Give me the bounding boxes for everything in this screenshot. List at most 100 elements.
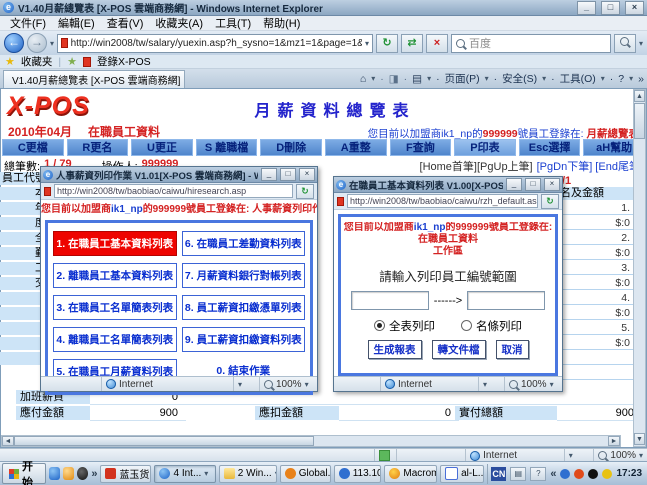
dialog2-protected-toggle[interactable]: ▾	[478, 377, 504, 391]
stop-button[interactable]: ×	[426, 34, 448, 53]
print-button[interactable]: ▤	[412, 73, 422, 85]
tray-icon-yellow[interactable]	[602, 469, 612, 479]
back-button[interactable]: ←	[4, 33, 24, 53]
scroll-right-button[interactable]: ►	[608, 436, 620, 446]
page-menu-button[interactable]: 页面(P)	[445, 71, 480, 86]
print-menu-item[interactable]: 9. 員工薪資扣繳資料列表	[182, 327, 306, 352]
scroll-left-button[interactable]: ◄	[2, 436, 14, 446]
dialog1-refresh-button[interactable]: ↻	[296, 184, 314, 199]
favorites-button[interactable]: 收藏夹	[21, 54, 53, 69]
tools-dropdown-icon[interactable]: ▾	[601, 74, 605, 83]
print-menu-item[interactable]: 6. 在職員工差勤資料列表	[182, 231, 306, 256]
close-button[interactable]: ×	[625, 1, 644, 15]
task-button[interactable]: Macrom...	[384, 465, 437, 483]
address-dropdown-icon[interactable]: ▾	[365, 39, 369, 48]
toolbar-button-esc[interactable]: Esc選擇	[519, 139, 581, 156]
print-menu-item[interactable]: 2. 離職員工基本資料列表	[53, 263, 177, 288]
help-tray-icon[interactable]: ?	[530, 467, 546, 481]
menu-item-file[interactable]: 文件(F)	[4, 15, 52, 31]
task-button[interactable]: 蓝玉货...	[100, 465, 151, 483]
compatibility-button[interactable]: ↻	[376, 34, 398, 53]
minimize-button[interactable]: _	[577, 1, 596, 15]
tab-active[interactable]: V1.40月薪總覽表 [X-POS 雲端商務網]	[3, 70, 185, 88]
menu-item-help[interactable]: 帮助(H)	[257, 15, 306, 31]
task-button-explorer-group[interactable]: 2 Win...▾	[219, 465, 277, 483]
printer-tray-icon[interactable]: ▤	[510, 467, 526, 481]
start-button[interactable]: 开始	[2, 463, 46, 484]
menu-item-tools[interactable]: 工具(T)	[209, 15, 257, 31]
dialog1-protected-toggle[interactable]: ▾	[233, 377, 259, 391]
dialog1-minimize-button[interactable]: _	[261, 168, 277, 181]
home-button[interactable]: ⌂	[360, 73, 366, 85]
print-menu-item[interactable]: 7. 月薪資料銀行對帳列表	[182, 263, 306, 288]
scroll-down-button[interactable]: ▼	[634, 433, 645, 445]
vertical-scroll-thumb[interactable]	[634, 103, 645, 139]
dialog2-maximize-button[interactable]: □	[525, 178, 541, 191]
task-button[interactable]: 113.10...	[334, 465, 382, 483]
dialog1-address-field[interactable]: http://win2008/tw/baobiao/caiwu/hiresear…	[54, 184, 293, 198]
print-menu-item[interactable]: 8. 員工薪資扣繳憑單列表	[182, 295, 306, 320]
maximize-button[interactable]: □	[601, 1, 620, 15]
dialog2-refresh-button[interactable]: ↻	[541, 194, 559, 209]
toolbar-button-query[interactable]: F查詢	[390, 139, 452, 156]
help-button[interactable]: ?	[618, 73, 624, 85]
feeds-icon[interactable]: ◨	[389, 73, 399, 85]
cancel-button[interactable]: 取消	[496, 340, 529, 359]
search-button[interactable]	[614, 34, 636, 53]
tools-menu-button[interactable]: 工具(O)	[560, 71, 596, 86]
print-menu-item-active[interactable]: 1. 在職員工基本資料列表	[53, 231, 177, 256]
dialog1-maximize-button[interactable]: □	[280, 168, 296, 181]
tray-icon-orange[interactable]	[574, 469, 584, 479]
horizontal-scroll-thumb[interactable]	[14, 436, 314, 446]
dialog2-zoom-control[interactable]: 100%▾	[504, 377, 562, 391]
menu-item-view[interactable]: 查看(V)	[101, 15, 150, 31]
export-file-button[interactable]: 轉文件檔	[432, 340, 486, 359]
horizontal-scrollbar[interactable]: ◄ ►	[1, 435, 621, 447]
quick-launch-ie-icon[interactable]	[49, 467, 60, 480]
task-button[interactable]: al-L...	[440, 465, 484, 483]
menu-item-favorites[interactable]: 收藏夹(A)	[149, 15, 209, 31]
menu-item-edit[interactable]: 編輯(E)	[52, 15, 101, 31]
dialog2-close-button[interactable]: ×	[544, 178, 560, 191]
tray-icon-qq[interactable]	[588, 469, 598, 479]
toolbar-button-change[interactable]: C更檔	[2, 139, 64, 156]
refresh-button[interactable]: ⇄	[401, 34, 423, 53]
print-menu-item[interactable]: 3. 在職員工名單簡表列表	[53, 295, 177, 320]
safety-menu-button[interactable]: 安全(S)	[502, 71, 537, 86]
quick-launch-qq-icon[interactable]	[77, 467, 88, 480]
toolbar-button-update[interactable]: U更正	[131, 139, 193, 156]
quick-launch-icon[interactable]	[63, 467, 74, 480]
dialog1-zoom-control[interactable]: 100%▾	[259, 377, 317, 391]
toolbar-button-rebuild[interactable]: A重整	[325, 139, 387, 156]
toolbar-button-delete[interactable]: D刪除	[260, 139, 322, 156]
task-button[interactable]: Global...	[280, 465, 331, 483]
search-dropdown-icon[interactable]: ▾	[639, 39, 643, 48]
print-dropdown-icon[interactable]: ▾	[427, 74, 431, 83]
print-menu-item[interactable]: 4. 離職員工名單簡表列表	[53, 327, 177, 352]
toolbar-button-resign[interactable]: S 離職檔	[196, 139, 258, 156]
search-box[interactable]: 百度	[451, 34, 611, 53]
home-dropdown-icon[interactable]: ▾	[371, 74, 375, 83]
scroll-up-button[interactable]: ▲	[634, 90, 645, 102]
toolbar-button-print[interactable]: P印表	[454, 139, 516, 156]
history-dropdown-icon[interactable]: ▾	[50, 39, 54, 48]
dialog2-minimize-button[interactable]: _	[506, 178, 522, 191]
safety-dropdown-icon[interactable]: ▾	[542, 74, 546, 83]
range-end-input[interactable]	[467, 291, 545, 310]
add-favorite-icon[interactable]: ★	[67, 55, 77, 68]
toolbar-button-rename[interactable]: R更名	[67, 139, 129, 156]
generate-report-button[interactable]: 生成報表	[368, 340, 422, 359]
language-indicator[interactable]: CN	[491, 467, 506, 481]
favorites-link[interactable]: 登錄X-POS	[97, 54, 151, 69]
vertical-scrollbar[interactable]: ▲ ▼	[633, 89, 646, 447]
dialog1-close-button[interactable]: ×	[299, 168, 315, 181]
forward-button[interactable]: →	[27, 33, 47, 53]
radio-full-table[interactable]: 全表列印	[374, 318, 435, 334]
tray-expand-icon[interactable]: «	[550, 468, 556, 480]
range-start-input[interactable]	[351, 291, 429, 310]
tray-icon-blue[interactable]	[560, 469, 570, 479]
quick-launch-overflow-icon[interactable]: »	[91, 468, 97, 480]
page-dropdown-icon[interactable]: ▾	[485, 74, 489, 83]
task-button-ie-group[interactable]: 4 Int...▾	[154, 465, 215, 483]
more-commands-icon[interactable]: »	[638, 73, 644, 85]
